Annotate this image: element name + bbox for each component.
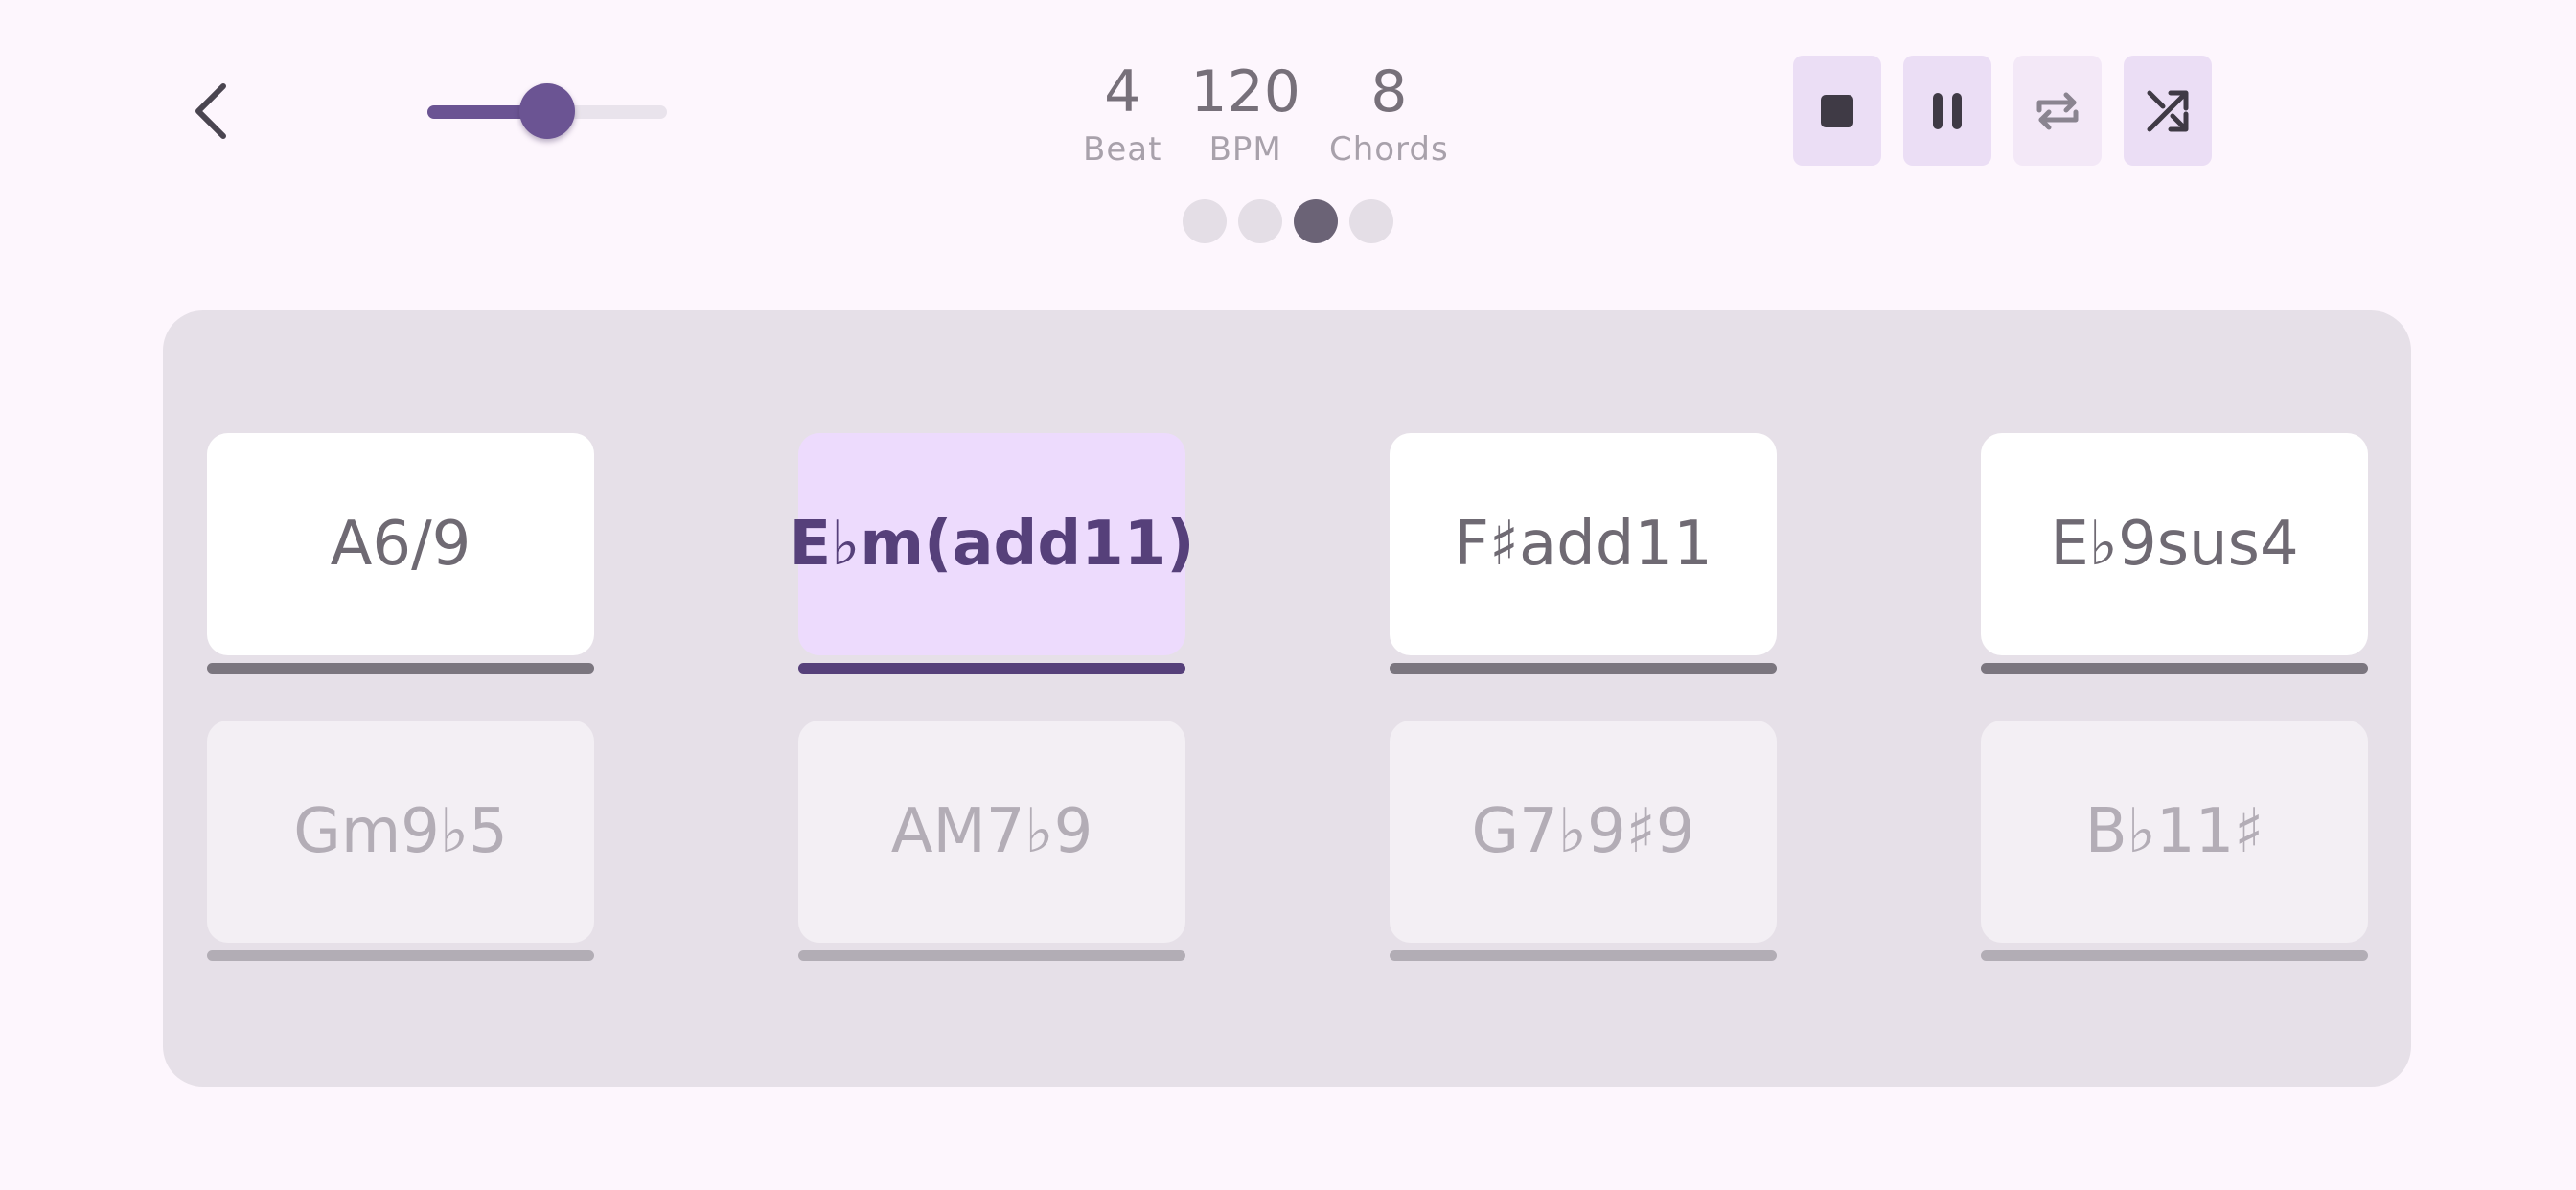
chord-label: AM7♭9 — [798, 721, 1185, 943]
chord-label: E♭m(add11) — [790, 433, 1194, 655]
chord-panel: A6/9 E♭m(add11) F♯add11 E♭9sus4 Gm9♭5 AM7♭9 G7… — [163, 310, 2411, 1087]
chord-cell[interactable]: AM7♭9 — [798, 721, 1185, 961]
volume-slider[interactable] — [427, 80, 667, 142]
chord-label: E♭9sus4 — [1981, 433, 2368, 655]
stat-value: 8 — [1370, 58, 1408, 126]
page-dot[interactable] — [1238, 199, 1282, 243]
chord-progress-bar — [1390, 663, 1777, 674]
chord-label: F♯add11 — [1390, 433, 1777, 655]
chord-label: B♭11♯ — [1981, 721, 2368, 943]
repeat-button[interactable] — [2013, 56, 2102, 166]
chord-cell[interactable]: Gm9♭5 — [207, 721, 594, 961]
chord-row: Gm9♭5 AM7♭9 G7♭9♯9 B♭11♯ — [207, 721, 2369, 1008]
stop-button[interactable] — [1793, 56, 1881, 166]
transport-controls — [1793, 56, 2212, 166]
chord-cell[interactable]: E♭9sus4 — [1981, 433, 2368, 674]
stat-bpm: 120 BPM — [1190, 56, 1300, 171]
pause-icon — [1933, 92, 1962, 129]
chord-grid: A6/9 E♭m(add11) F♯add11 E♭9sus4 Gm9♭5 AM7♭9 G7… — [207, 433, 2369, 1008]
chord-label: A6/9 — [207, 433, 594, 655]
stat-label: Chords — [1328, 130, 1449, 169]
chord-progress-bar — [798, 950, 1185, 961]
chord-progress-bar — [207, 663, 594, 674]
chord-cell[interactable]: G7♭9♯9 — [1390, 721, 1777, 961]
repeat-icon — [2036, 92, 2079, 129]
chord-progress-bar — [1981, 663, 2368, 674]
page-dot[interactable] — [1349, 199, 1393, 243]
chevron-left-icon — [196, 83, 226, 139]
page-dot-active[interactable] — [1294, 199, 1338, 243]
chord-row: A6/9 E♭m(add11) F♯add11 E♭9sus4 — [207, 433, 2369, 721]
page-dot[interactable] — [1183, 199, 1227, 243]
chord-progress-bar — [1981, 950, 2368, 961]
stat-label: Beat — [1083, 130, 1162, 169]
pause-button[interactable] — [1903, 56, 1991, 166]
chord-progress-bar — [1390, 950, 1777, 961]
chord-label: G7♭9♯9 — [1390, 721, 1777, 943]
stat-beat: 4 Beat — [1083, 56, 1162, 171]
chord-progress-bar — [798, 663, 1185, 674]
stat-label: BPM — [1208, 130, 1282, 169]
stop-icon — [1821, 94, 1853, 127]
stat-value: 4 — [1104, 58, 1141, 126]
chord-cell[interactable]: E♭m(add11) — [790, 433, 1194, 674]
shuffle-icon — [2147, 90, 2189, 131]
slider-thumb[interactable] — [519, 83, 575, 139]
chord-cell[interactable]: F♯add11 — [1390, 433, 1777, 674]
stat-chords: 8 Chords — [1329, 56, 1449, 171]
chord-cell[interactable]: A6/9 — [207, 433, 594, 674]
playback-stats: 4 Beat 120 BPM 8 Chords — [1083, 56, 1449, 171]
chord-label: Gm9♭5 — [207, 721, 594, 943]
shuffle-button[interactable] — [2124, 56, 2212, 166]
back-button[interactable] — [180, 75, 243, 148]
chord-progress-bar — [207, 950, 594, 961]
page-indicator — [1183, 199, 1393, 243]
chord-cell[interactable]: B♭11♯ — [1981, 721, 2368, 961]
stat-value: 120 — [1190, 58, 1300, 126]
